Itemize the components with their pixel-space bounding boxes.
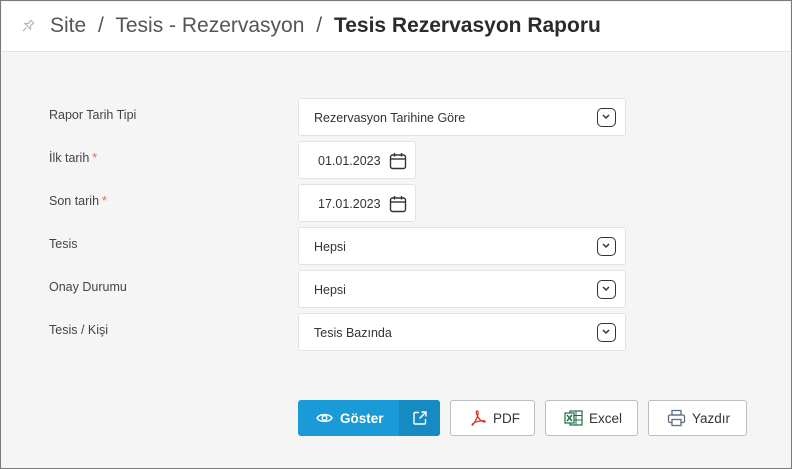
start-date-value: 01.01.2023 — [318, 154, 381, 168]
calendar-icon[interactable] — [389, 195, 407, 213]
excel-icon — [564, 410, 583, 426]
facility-person-select[interactable]: Tesis Bazında — [298, 313, 626, 351]
approval-status-label: Onay Durumu — [49, 280, 127, 294]
chevron-down-icon — [597, 280, 616, 299]
show-button-label: Göster — [340, 410, 384, 426]
excel-button-label: Excel — [589, 410, 623, 426]
end-date-label: Son tarih * — [49, 194, 107, 208]
approval-status-select[interactable]: Hepsi — [298, 270, 626, 308]
print-button[interactable]: Yazdır — [648, 400, 747, 436]
end-date-label-text: Son tarih — [49, 194, 100, 208]
required-mark: * — [102, 194, 107, 208]
page-title: Tesis Rezervasyon Raporu — [333, 14, 601, 37]
app-window: Site / Tesis - Rezervasyon / Tesis Rezer… — [0, 0, 792, 469]
start-date-label-text: İlk tarih — [49, 151, 90, 165]
pdf-icon — [471, 410, 486, 426]
facility-select[interactable]: Hepsi — [298, 227, 626, 265]
end-date-value: 17.01.2023 — [318, 197, 381, 211]
external-link-icon — [412, 411, 427, 425]
facility-label: Tesis — [49, 237, 78, 251]
show-button[interactable]: Göster — [298, 400, 399, 436]
chevron-down-icon — [597, 237, 616, 256]
calendar-icon[interactable] — [389, 152, 407, 170]
printer-icon — [667, 409, 686, 427]
breadcrumb-separator: / — [316, 14, 323, 37]
pdf-button-label: PDF — [493, 410, 520, 426]
page-header: Site / Tesis - Rezervasyon / Tesis Rezer… — [2, 2, 790, 52]
breadcrumb-item-site[interactable]: Site — [50, 14, 86, 37]
approval-status-value: Hepsi — [314, 283, 346, 297]
chevron-down-icon — [597, 108, 616, 127]
open-new-window-button[interactable] — [399, 400, 440, 436]
report-date-type-value: Rezervasyon Tarihine Göre — [314, 111, 466, 125]
breadcrumb-separator: / — [98, 14, 104, 37]
breadcrumb: Site / Tesis - Rezervasyon / Tesis Rezer… — [50, 14, 601, 38]
print-button-label: Yazdır — [692, 410, 731, 426]
facility-person-label: Tesis / Kişi — [49, 323, 109, 337]
required-mark: * — [92, 151, 98, 165]
chevron-down-icon — [597, 323, 616, 342]
end-date-input[interactable]: 17.01.2023 — [298, 184, 416, 222]
eye-icon — [316, 413, 333, 423]
start-date-label: İlk tarih * — [49, 151, 97, 165]
facility-value: Hepsi — [314, 240, 346, 254]
facility-person-value: Tesis Bazında — [314, 326, 392, 340]
show-button-group: Göster — [298, 400, 440, 436]
excel-button[interactable]: Excel — [545, 400, 638, 436]
report-date-type-label: Rapor Tarih Tipi — [49, 108, 137, 122]
pin-icon[interactable] — [20, 18, 36, 34]
breadcrumb-item-facility-reservation[interactable]: Tesis - Rezervasyon — [115, 14, 304, 37]
report-date-type-select[interactable]: Rezervasyon Tarihine Göre — [298, 98, 626, 136]
start-date-input[interactable]: 01.01.2023 — [298, 141, 416, 179]
pdf-button[interactable]: PDF — [450, 400, 535, 436]
